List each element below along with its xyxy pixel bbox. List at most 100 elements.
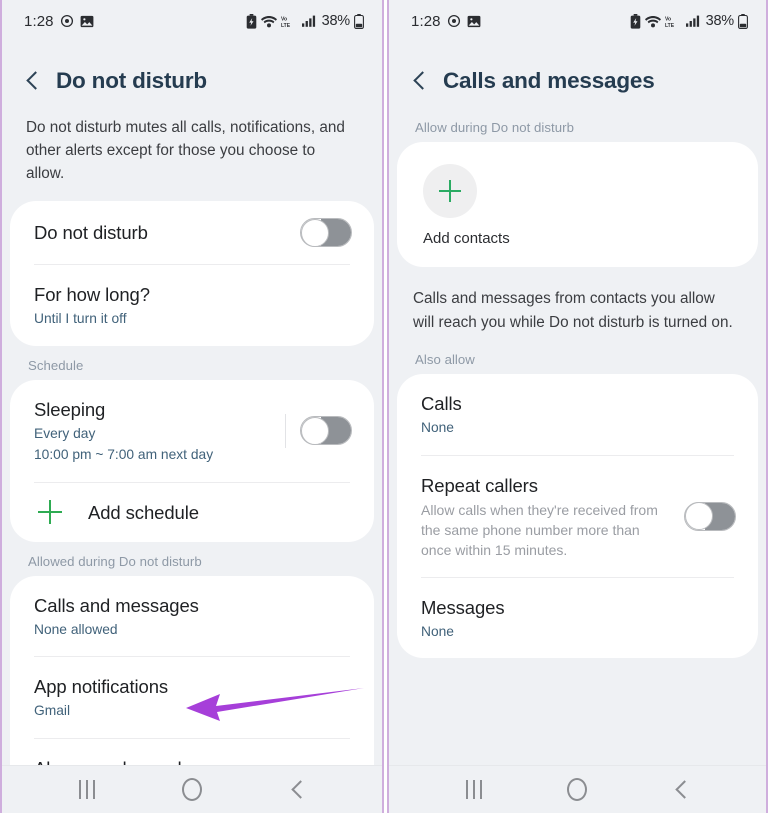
row-repeat-callers[interactable]: Repeat callers Allow calls when they're … bbox=[397, 456, 758, 577]
row-calls[interactable]: Calls None bbox=[397, 374, 758, 455]
page-title: Do not disturb bbox=[56, 68, 207, 93]
row-title: Alarms and sounds bbox=[34, 756, 352, 766]
status-bar-right-group: Vo LTE 38% bbox=[630, 13, 748, 29]
nav-bar-right bbox=[389, 765, 766, 813]
toggle-repeat-callers[interactable] bbox=[684, 501, 736, 531]
plus-icon bbox=[38, 500, 62, 524]
toggle-knob bbox=[301, 218, 329, 247]
recents-icon[interactable] bbox=[465, 780, 482, 799]
wifi-icon bbox=[644, 15, 661, 28]
card-also-allow: Calls None Repeat callers Allow calls wh… bbox=[397, 374, 758, 658]
card-schedule: Sleeping Every day 10:00 pm ~ 7:00 am ne… bbox=[10, 379, 374, 542]
gallery-icon bbox=[80, 15, 94, 28]
add-contacts-label: Add contacts bbox=[423, 230, 510, 247]
intro-text: Do not disturb mutes all calls, notifica… bbox=[26, 119, 345, 182]
row-alarms-and-sounds-text: Alarms and sounds bbox=[34, 756, 352, 766]
row-title: Repeat callers bbox=[421, 474, 538, 496]
row-app-notifications-text: App notifications Gmail bbox=[34, 674, 352, 721]
note-text: Calls and messages from contacts you all… bbox=[413, 290, 733, 331]
status-bar-left: 1:28 Vo LTE 38% bbox=[2, 0, 382, 42]
back-arrow-icon[interactable] bbox=[24, 72, 42, 90]
toggle-sleeping[interactable] bbox=[300, 416, 352, 445]
toggle-separator bbox=[285, 413, 286, 448]
row-calls-and-messages[interactable]: Calls and messages None allowed bbox=[10, 576, 374, 657]
status-bar-left-group: 1:28 bbox=[411, 13, 481, 30]
row-add-schedule[interactable]: Add schedule bbox=[10, 483, 374, 542]
status-time: 1:28 bbox=[24, 12, 54, 30]
battery-saver-icon bbox=[246, 13, 257, 29]
toggle-knob bbox=[301, 416, 329, 445]
status-time: 1:28 bbox=[411, 12, 441, 30]
add-contacts-button[interactable] bbox=[423, 164, 477, 218]
alarm-icon bbox=[60, 14, 74, 28]
row-sleeping[interactable]: Sleeping Every day 10:00 pm ~ 7:00 am ne… bbox=[10, 380, 374, 482]
row-subtitle: None bbox=[421, 623, 454, 639]
battery-saver-icon bbox=[630, 13, 641, 29]
card-dnd-main: Do not disturb For how long? Until I tur… bbox=[10, 201, 374, 346]
volte-icon: Vo LTE bbox=[281, 15, 298, 27]
toggle-knob bbox=[685, 502, 713, 530]
svg-text:Vo: Vo bbox=[281, 16, 287, 22]
row-repeat-callers-text: Repeat callers Allow calls when they're … bbox=[421, 473, 670, 560]
row-messages[interactable]: Messages None bbox=[397, 578, 758, 659]
card-allowed: Calls and messages None allowed App noti… bbox=[10, 575, 374, 766]
signal-icon bbox=[301, 15, 316, 27]
row-title: Calls and messages bbox=[34, 594, 199, 616]
recents-icon[interactable] bbox=[79, 780, 96, 799]
row-for-how-long-text: For how long? Until I turn it off bbox=[34, 282, 352, 329]
row-title: Do not disturb bbox=[34, 222, 148, 243]
row-subtitle: Gmail bbox=[34, 703, 71, 718]
section-label-schedule: Schedule bbox=[28, 357, 84, 373]
svg-text:Vo: Vo bbox=[665, 16, 671, 22]
volte-icon: Vo LTE bbox=[665, 15, 682, 27]
page-title: Calls and messages bbox=[443, 68, 655, 93]
row-messages-text: Messages None bbox=[421, 595, 736, 642]
svg-text:LTE: LTE bbox=[281, 22, 291, 27]
row-do-not-disturb-text: Do not disturb bbox=[34, 220, 286, 245]
screenshot-stage: 1:28 Vo LTE 38% Do not disturb Do not di… bbox=[0, 0, 768, 813]
row-add-schedule-text: Add schedule bbox=[88, 500, 352, 525]
row-sleeping-text: Sleeping Every day 10:00 pm ~ 7:00 am ne… bbox=[34, 397, 275, 465]
row-title: For how long? bbox=[34, 284, 150, 305]
back-arrow-icon[interactable] bbox=[411, 72, 429, 90]
row-title: Messages bbox=[421, 596, 505, 618]
row-calls-and-messages-text: Calls and messages None allowed bbox=[34, 593, 352, 640]
row-subtitle: Every day bbox=[34, 425, 96, 441]
home-icon[interactable] bbox=[181, 778, 202, 801]
row-subtitle-2: 10:00 pm ~ 7:00 am next day bbox=[34, 447, 214, 462]
battery-icon bbox=[738, 13, 748, 29]
phone-panel-left: 1:28 Vo LTE 38% Do not disturb Do not di… bbox=[0, 0, 384, 813]
row-subtitle: Until I turn it off bbox=[34, 311, 127, 326]
battery-icon bbox=[354, 13, 364, 29]
row-subtitle: None allowed bbox=[34, 621, 118, 637]
section-label-allow-during-dnd: Allow during Do not disturb bbox=[415, 120, 574, 135]
toggle-do-not-disturb[interactable] bbox=[300, 218, 352, 247]
add-contacts-block[interactable]: Add contacts bbox=[397, 142, 758, 267]
content-right: Allow during Do not disturb Add contacts… bbox=[389, 108, 766, 765]
battery-percent: 38% bbox=[321, 13, 351, 29]
row-subtitle: None bbox=[421, 420, 454, 435]
content-left: Do not disturb mutes all calls, notifica… bbox=[2, 108, 382, 765]
row-title: App notifications bbox=[34, 676, 169, 697]
nav-bar-left bbox=[2, 765, 382, 813]
row-alarms-and-sounds[interactable]: Alarms and sounds bbox=[10, 739, 374, 766]
back-icon[interactable] bbox=[289, 782, 305, 798]
card-add-contacts: Add contacts bbox=[397, 142, 758, 267]
section-label-also-allow: Also allow bbox=[415, 352, 475, 367]
status-bar-right-group: Vo LTE 38% bbox=[246, 13, 364, 29]
row-title: Sleeping bbox=[34, 398, 106, 420]
home-icon[interactable] bbox=[567, 778, 588, 801]
header-right: Calls and messages bbox=[389, 42, 766, 108]
alarm-icon bbox=[447, 14, 461, 28]
row-do-not-disturb[interactable]: Do not disturb bbox=[10, 201, 374, 264]
battery-percent: 38% bbox=[705, 13, 735, 29]
row-for-how-long[interactable]: For how long? Until I turn it off bbox=[10, 265, 374, 346]
row-calls-text: Calls None bbox=[421, 391, 736, 438]
status-bar-left-group: 1:28 bbox=[24, 13, 94, 30]
back-icon[interactable] bbox=[673, 782, 689, 798]
row-app-notifications[interactable]: App notifications Gmail bbox=[10, 657, 374, 738]
wifi-icon bbox=[260, 15, 277, 28]
svg-text:LTE: LTE bbox=[665, 22, 675, 27]
status-bar-right: 1:28 Vo LTE 38% bbox=[389, 0, 766, 42]
section-label-allowed: Allowed during Do not disturb bbox=[28, 553, 202, 569]
